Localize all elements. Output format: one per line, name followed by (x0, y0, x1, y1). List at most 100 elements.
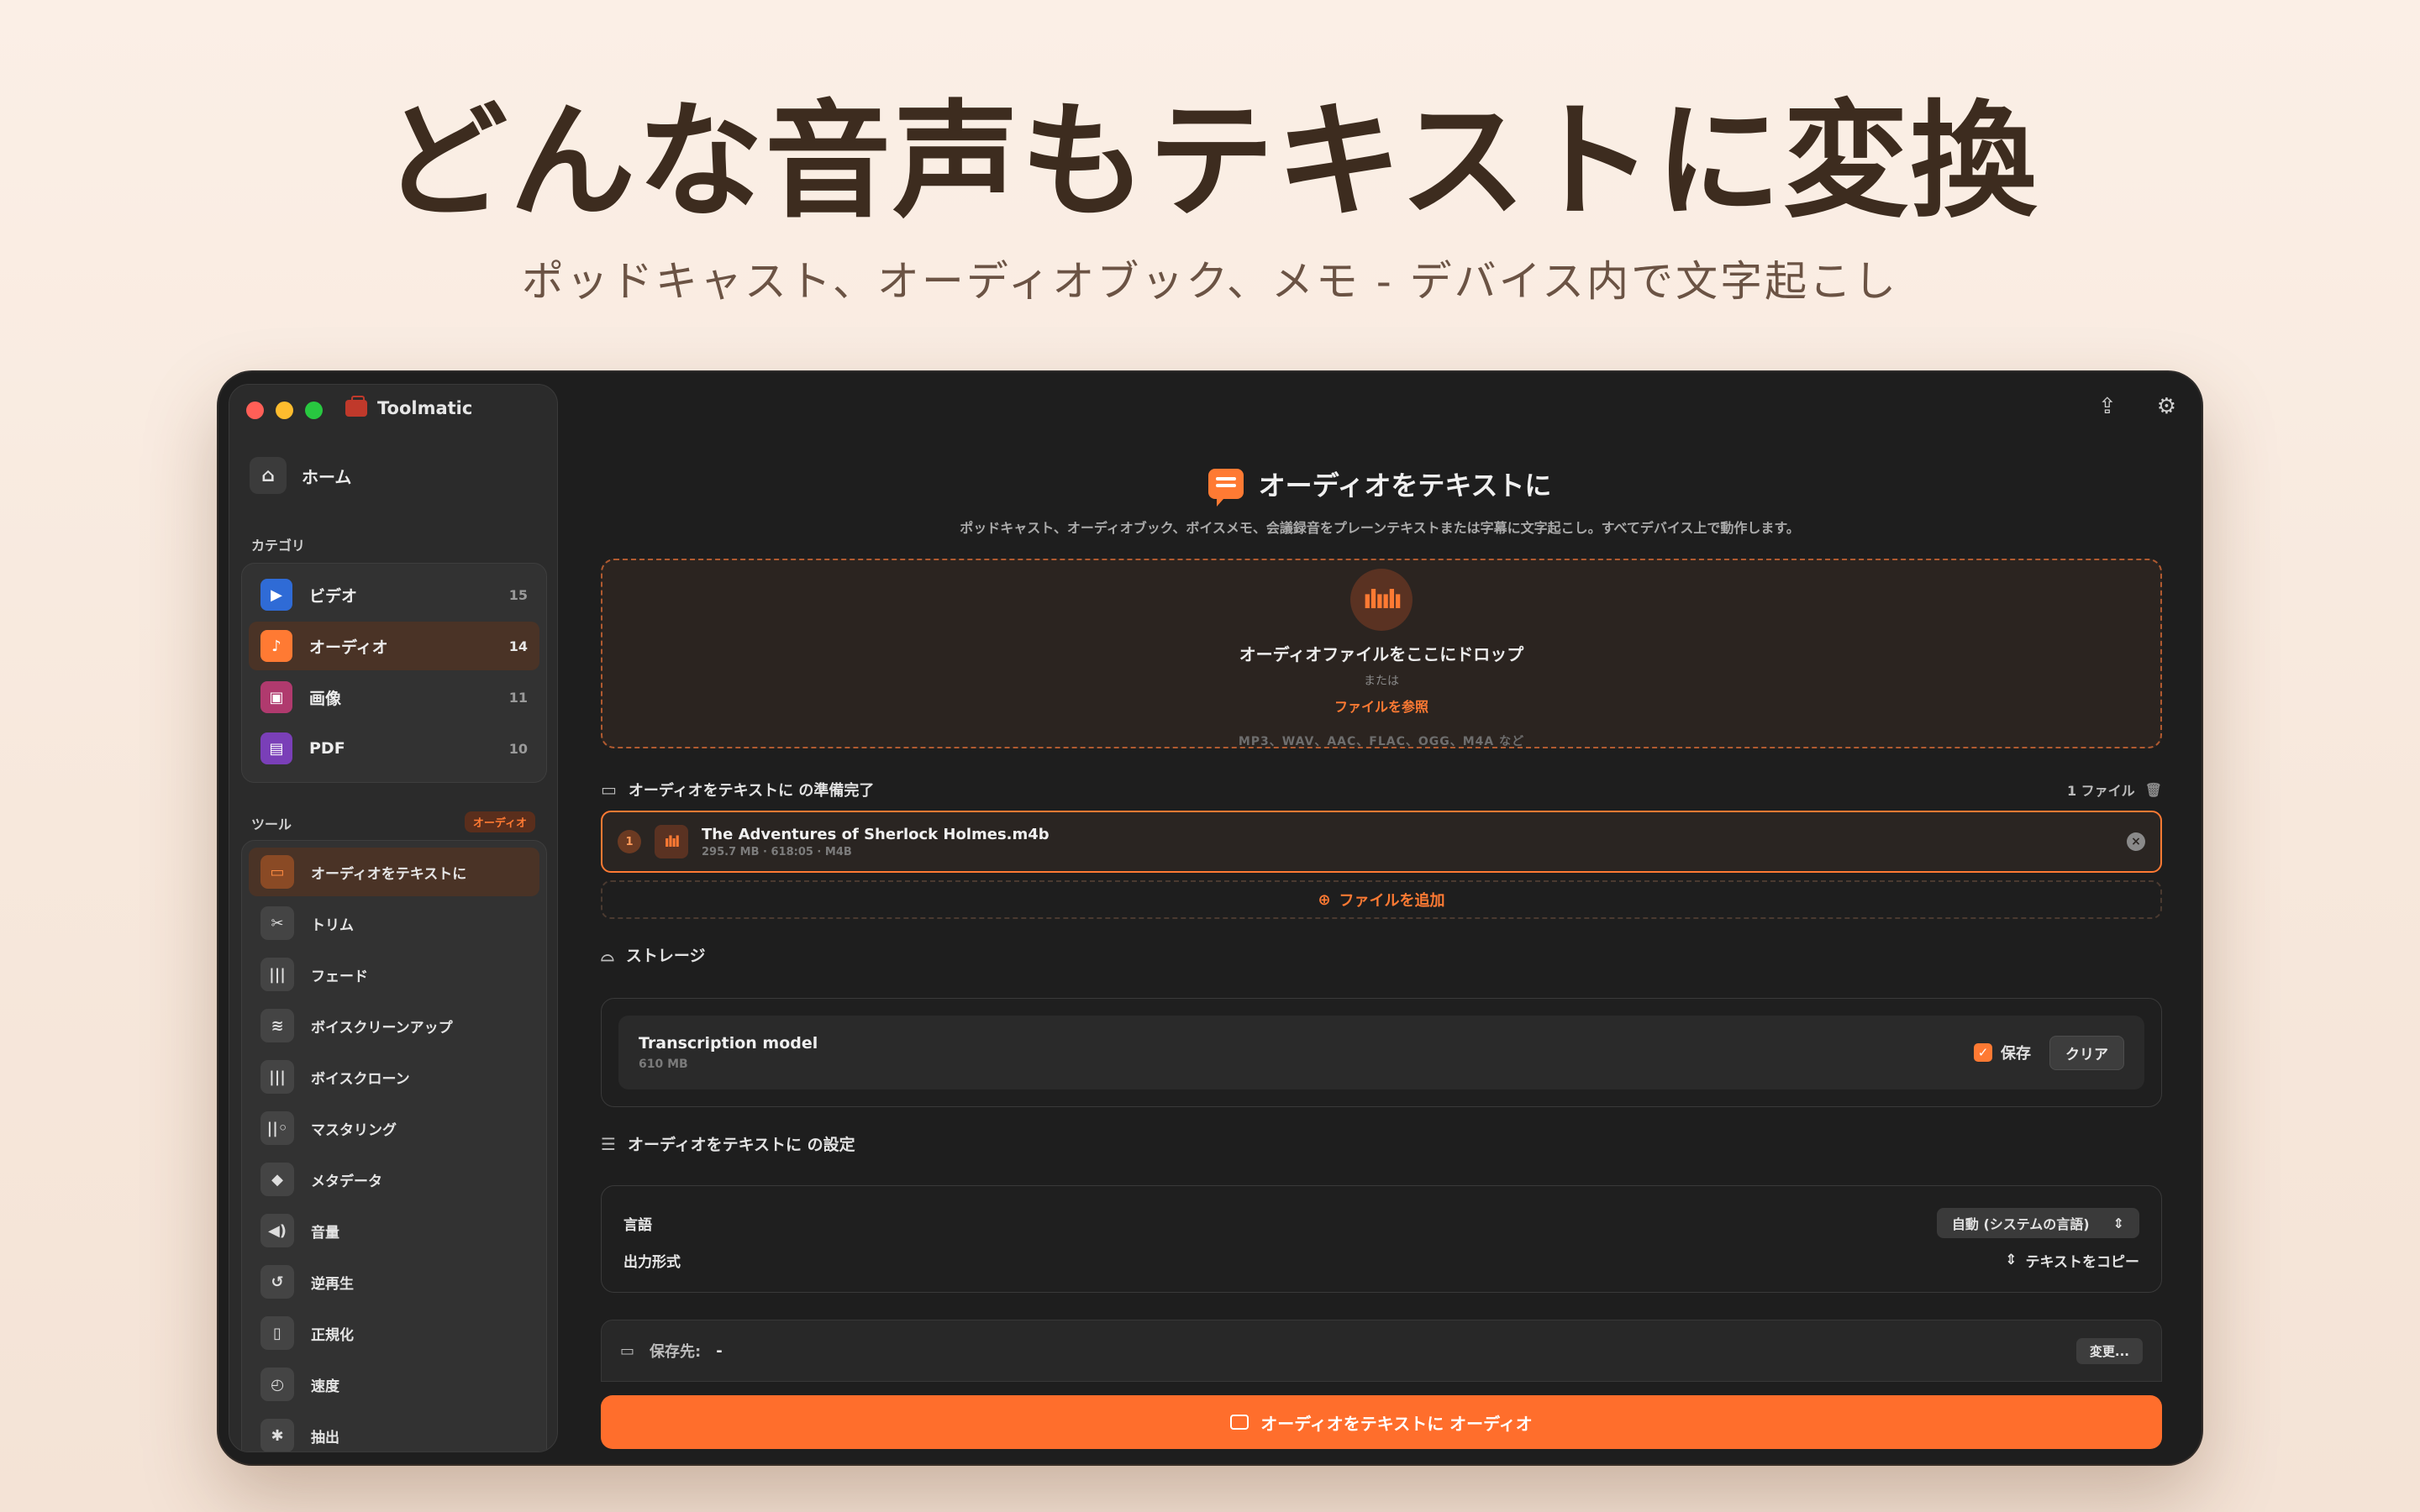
sidebar-item-audio[interactable]: ♪ オーディオ 14 (249, 622, 539, 670)
settings-heading: ☰ オーディオをテキストに の設定 (601, 1132, 855, 1155)
output-format-value: テキストをコピー (2025, 1253, 2140, 1271)
file-dropzone[interactable]: ılıılı オーディオファイルをここにドロップ または ファイルを参照 MP3… (601, 559, 2162, 748)
tool-label: オーディオをテキストに (311, 865, 467, 883)
tool-item-fade[interactable]: ||| フェード (249, 950, 539, 999)
language-select[interactable]: 自動 (システムの言語) ⇕ (1936, 1208, 2139, 1238)
voice-clone-icon: ||| (260, 1060, 294, 1094)
tool-item-volume[interactable]: ◀) 音量 (249, 1206, 539, 1255)
home-label: ホーム (302, 466, 352, 487)
window-controls (246, 402, 323, 419)
tool-label: 抽出 (311, 1429, 339, 1446)
tool-item-metadata[interactable]: ◆ メタデータ (249, 1155, 539, 1204)
tool-item-speed[interactable]: ◴ 速度 (249, 1360, 539, 1409)
storage-card: Transcription model 610 MB ✓ 保存 クリア (601, 998, 2162, 1107)
image-icon: ▣ (260, 681, 292, 713)
tool-item-trim[interactable]: ✂ トリム (249, 899, 539, 948)
settings-label: オーディオをテキストに の設定 (627, 1136, 855, 1154)
change-destination-button[interactable]: 変更... (2075, 1337, 2143, 1364)
language-value: 自動 (システムの言語) (1951, 1216, 2090, 1232)
minimize-window-button[interactable] (276, 402, 293, 419)
categories-heading: カテゴリ (251, 538, 306, 554)
speaker-icon: ◀) (260, 1214, 294, 1247)
storage-label: ストレージ (625, 947, 706, 965)
home-icon: ⌂ (250, 457, 287, 494)
tool-item-audio-to-text[interactable]: ▭ オーディオをテキストに (249, 848, 539, 896)
category-label: オーディオ (309, 638, 388, 657)
save-destination: ▭ 保存先: - 変更... (601, 1320, 2162, 1382)
tool-item-voice-cleanup[interactable]: ≋ ボイスクリーンアップ (249, 1001, 539, 1050)
chat-icon (1207, 469, 1244, 507)
video-icon: ▶ (260, 579, 292, 611)
normalize-icon: ▯ (260, 1316, 294, 1350)
toolbox-icon (345, 396, 367, 417)
hero-title: どんな音声もテキストに変換 (381, 89, 2039, 235)
chat-icon: ▭ (260, 855, 294, 889)
tool-label: ボイスクリーンアップ (311, 1019, 453, 1037)
share-icon[interactable]: ⇪ (2098, 394, 2117, 419)
category-label: 画像 (309, 689, 342, 708)
extract-icon: ✱ (260, 1419, 294, 1452)
category-count: 14 (508, 638, 528, 654)
page-title: オーディオをテキストに (1207, 465, 1552, 507)
browse-files-link[interactable]: ファイルを参照 (602, 696, 2160, 716)
add-file-label: ファイルを追加 (1339, 892, 1445, 910)
transcribe-button[interactable]: オーディオをテキストに オーディオ (601, 1395, 2162, 1449)
sidebar-item-image[interactable]: ▣ 画像 11 (249, 673, 539, 722)
audio-file-icon: ılıl (655, 825, 688, 858)
pdf-icon: ▤ (260, 732, 292, 764)
output-format-label: 出力形式 (623, 1253, 681, 1271)
save-checkbox[interactable]: ✓ 保存 (1974, 1042, 2031, 1063)
tool-item-reverse[interactable]: ↺ 逆再生 (249, 1257, 539, 1306)
tool-label: 逆再生 (311, 1275, 354, 1293)
tag-icon: ◆ (260, 1163, 294, 1196)
file-count: 1 ファイル 🗑 (2067, 780, 2162, 800)
chevron-updown-icon: ⇕ (2005, 1252, 2018, 1268)
model-size: 610 MB (639, 1058, 688, 1071)
chevron-updown-icon: ⇕ (2112, 1215, 2124, 1231)
tool-list: ▭ オーディオをテキストに ✂ トリム ||| フェード ≋ ボイスクリーンアッ… (241, 840, 547, 1452)
hero-subtitle: ポッドキャスト、オーディオブック、メモ - デバイス内で文字起こし (521, 257, 1899, 306)
category-label: PDF (309, 739, 345, 758)
model-info: Transcription model 610 MB (639, 1034, 818, 1071)
sidebar-item-pdf[interactable]: ▤ PDF 10 (249, 724, 539, 773)
tool-item-extract[interactable]: ✱ 抽出 (249, 1411, 539, 1452)
mastering-icon: ||◦ (260, 1111, 294, 1145)
clear-button[interactable]: クリア (2049, 1035, 2124, 1070)
reverse-icon: ↺ (260, 1265, 294, 1299)
ready-label: オーディオをテキストに の準備完了 (628, 782, 875, 800)
file-item[interactable]: 1 ılıl The Adventures of Sherlock Holmes… (601, 811, 2162, 873)
checkmark-icon: ✓ (1974, 1043, 1992, 1062)
zoom-window-button[interactable] (305, 402, 323, 419)
category-count: 10 (508, 740, 528, 757)
add-file-button[interactable]: ⊕ ファイルを追加 (601, 880, 2162, 919)
sidebar: Toolmatic ⌂ ホーム カテゴリ ▶ ビデオ 15 ♪ オーディオ 14… (229, 384, 558, 1452)
destination-value: - (716, 1341, 723, 1360)
dropzone-or: または (1364, 675, 1399, 688)
remove-file-icon[interactable]: × (2127, 832, 2145, 851)
sidebar-item-video[interactable]: ▶ ビデオ 15 (249, 570, 539, 619)
main-header: オーディオをテキストに ポッドキャスト、オーディオブック、ボイスメモ、会議録音を… (558, 465, 2202, 537)
tools-heading: ツール (251, 816, 292, 832)
category-list: ▶ ビデオ 15 ♪ オーディオ 14 ▣ 画像 11 ▤ PDF 10 (241, 563, 547, 783)
settings-card: 言語 自動 (システムの言語) ⇕ 出力形式 ⇕ テキストをコピー (601, 1185, 2162, 1293)
close-window-button[interactable] (246, 402, 264, 419)
trash-icon[interactable]: 🗑 (2145, 782, 2162, 798)
save-label: 保存 (2001, 1045, 2031, 1063)
tool-label: メタデータ (311, 1173, 382, 1190)
waveform-icon: ılıılı (1350, 569, 1413, 631)
tool-label: ボイスクローン (311, 1070, 410, 1088)
file-name: The Adventures of Sherlock Holmes.m4b (702, 825, 1050, 843)
sidebar-home[interactable]: ⌂ ホーム (250, 457, 351, 494)
tool-item-mastering[interactable]: ||◦ マスタリング (249, 1104, 539, 1152)
drive-icon: ⌓ (601, 944, 614, 965)
gear-icon[interactable]: ⚙ (2157, 394, 2176, 419)
output-format-select[interactable]: ⇕ テキストをコピー (2005, 1250, 2139, 1271)
tool-item-voice-clone[interactable]: ||| ボイスクローン (249, 1053, 539, 1101)
tool-item-normalize[interactable]: ▯ 正規化 (249, 1309, 539, 1357)
file-meta: 295.7 MB · 618:05 · M4B (702, 845, 852, 858)
toolbar-icons: ⇪ ⚙ (2098, 394, 2176, 419)
app-title: Toolmatic (345, 396, 472, 418)
speed-icon: ◴ (260, 1368, 294, 1401)
ready-header: ▭ オーディオをテキストに の準備完了 1 ファイル 🗑 (601, 777, 2162, 802)
page-title-text: オーディオをテキストに (1258, 470, 1552, 501)
